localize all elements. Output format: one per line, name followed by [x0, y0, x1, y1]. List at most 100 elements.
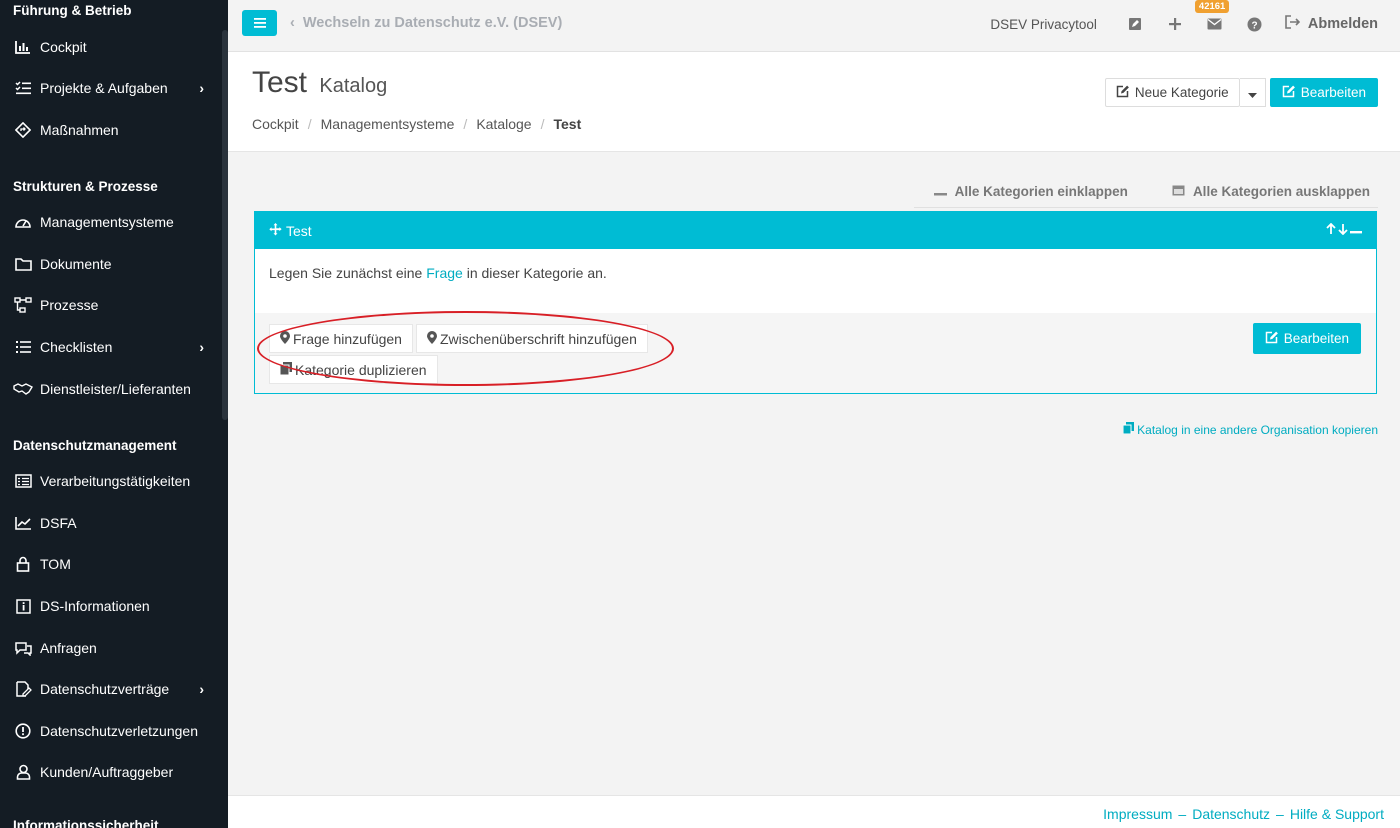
breadcrumb-item-cockpit[interactable]: Cockpit	[252, 116, 299, 132]
edit-category-label: Bearbeiten	[1283, 331, 1349, 346]
switch-organization-label: Wechseln zu Datenschutz e.V. (DSEV)	[302, 15, 563, 31]
sidebar-item-label: Dienstleister/Lieferanten	[40, 381, 191, 397]
lock-icon	[13, 555, 33, 573]
sidebar-item-label: Anfragen	[40, 640, 97, 656]
sidebar-item-label: DS-Informationen	[40, 598, 150, 614]
sidebar: Führung & Betrieb Cockpit Projekte & Auf…	[0, 0, 228, 828]
handshake-icon	[13, 380, 33, 398]
list-icon	[13, 338, 33, 356]
add-subheading-button[interactable]: Zwischenüberschrift hinzufügen	[416, 324, 648, 353]
sidebar-item-datenschutzverletzungen[interactable]: Datenschutzverletzungen	[0, 712, 222, 750]
category-footer: Frage hinzufügen Zwischenüberschrift hin…	[255, 313, 1376, 393]
breadcrumb-item-managementsysteme[interactable]: Managementsysteme	[321, 116, 455, 132]
edit-catalog-button[interactable]: Bearbeiten	[1269, 78, 1378, 107]
breadcrumb-item-current: Test	[553, 116, 582, 132]
new-category-button[interactable]: Neue Kategorie	[1104, 78, 1240, 107]
copy-catalog-link[interactable]: Katalog in eine andere Organisation kopi…	[1122, 422, 1378, 437]
edit-icon[interactable]	[1125, 14, 1145, 34]
breadcrumb: Cockpit / Managementsysteme / Kataloge /…	[252, 116, 581, 132]
header-actions: Neue Kategorie Bearbeiten	[1104, 78, 1378, 107]
mail-icon[interactable]: 42161	[1194, 0, 1230, 34]
sidebar-item-datenschutzvertraege[interactable]: Datenschutzverträge ›	[0, 670, 222, 708]
logout-button[interactable]: Abmelden	[1285, 15, 1378, 33]
sidebar-item-label: Verarbeitungstätigkeiten	[40, 473, 191, 489]
sidebar-item-ds-informationen[interactable]: DS-Informationen	[0, 587, 222, 625]
sidebar-item-label: Dokumente	[40, 256, 112, 272]
arrow-down-icon[interactable]	[1338, 222, 1348, 238]
collapse-all-label: Alle Kategorien einklappen	[954, 184, 1128, 199]
hamburger-icon	[253, 15, 266, 31]
process-flow-icon	[13, 296, 33, 314]
edit-category-button[interactable]: Bearbeiten	[1252, 323, 1361, 354]
copy-catalog-label: Katalog in eine andere Organisation kopi…	[1137, 422, 1378, 437]
new-category-dropdown-toggle[interactable]	[1239, 78, 1266, 107]
alert-icon	[13, 722, 33, 740]
map-marker-icon	[280, 330, 290, 347]
sidebar-item-label: Managementsysteme	[40, 214, 174, 230]
line-chart-icon	[13, 514, 33, 532]
impressum-link[interactable]: Impressum	[1103, 806, 1172, 822]
menu-toggle-button[interactable]	[242, 10, 277, 36]
new-category-group: Neue Kategorie	[1104, 78, 1266, 107]
minus-icon	[933, 184, 947, 199]
edit-square-icon	[1116, 85, 1130, 101]
add-question-label: Frage hinzufügen	[293, 330, 402, 347]
task-list-icon	[13, 79, 33, 97]
sidebar-item-cockpit[interactable]: Cockpit	[0, 28, 222, 66]
sidebar-item-dsfa[interactable]: DSFA	[0, 504, 222, 542]
logout-label: Abmelden	[1307, 16, 1378, 32]
sidebar-item-label: Datenschutzverträge	[40, 681, 170, 697]
sidebar-section-title: Führung & Betrieb	[13, 3, 132, 18]
map-marker-icon	[427, 330, 437, 347]
window-maximize-icon	[1172, 184, 1185, 199]
sidebar-section-title: Datenschutzmanagement	[13, 438, 177, 453]
help-icon[interactable]: ?	[1245, 14, 1265, 34]
collapse-all-button[interactable]: Alle Kategorien einklappen	[933, 184, 1128, 199]
footer-links: Impressum – Datenschutz – Hilfe & Suppor…	[1103, 806, 1384, 822]
expand-all-button[interactable]: Alle Kategorien ausklappen	[1172, 184, 1370, 199]
sidebar-item-dokumente[interactable]: Dokumente	[0, 245, 222, 283]
sidebar-item-dienstleister[interactable]: Dienstleister/Lieferanten	[0, 370, 222, 408]
sidebar-item-tom[interactable]: TOM	[0, 545, 222, 583]
duplicate-category-button[interactable]: Kategorie duplizieren	[269, 355, 438, 384]
sidebar-item-anfragen[interactable]: Anfragen	[0, 629, 222, 667]
sidebar-item-checklisten[interactable]: Checklisten ›	[0, 328, 222, 366]
copy-icon	[1122, 422, 1135, 437]
breadcrumb-item-kataloge[interactable]: Kataloge	[476, 116, 531, 132]
breadcrumb-separator: /	[307, 116, 312, 132]
edit-catalog-label: Bearbeiten	[1300, 85, 1366, 100]
footer: Impressum – Datenschutz – Hilfe & Suppor…	[228, 795, 1400, 828]
sidebar-item-kunden[interactable]: Kunden/Auftraggeber	[0, 753, 222, 791]
page-subtitle: Katalog	[319, 75, 388, 97]
move-icon[interactable]	[269, 222, 282, 239]
arrow-up-icon[interactable]	[1326, 222, 1336, 238]
category-title: Test	[286, 222, 312, 239]
gauge-icon	[13, 213, 33, 231]
chevron-left-icon: ‹	[290, 15, 295, 31]
category-header[interactable]: Test	[255, 212, 1376, 249]
empty-hint-prefix: Legen Sie zunächst eine	[269, 265, 423, 281]
help-support-link[interactable]: Hilfe & Support	[1290, 806, 1384, 822]
sidebar-section-title: Informationssicherheit	[13, 818, 159, 828]
add-question-button[interactable]: Frage hinzufügen	[269, 324, 413, 353]
minus-icon[interactable]	[1350, 222, 1362, 238]
page-title: Test Katalog	[252, 66, 387, 100]
sidebar-item-label: Prozesse	[40, 297, 99, 313]
switch-organization-link[interactable]: ‹ Wechseln zu Datenschutz e.V. (DSEV)	[290, 15, 562, 31]
plus-icon[interactable]	[1165, 14, 1185, 34]
sidebar-item-label: Kunden/Auftraggeber	[40, 764, 174, 780]
chat-icon	[13, 639, 33, 657]
sidebar-item-projekte[interactable]: Projekte & Aufgaben ›	[0, 69, 222, 107]
sidebar-item-prozesse[interactable]: Prozesse	[0, 286, 222, 324]
question-link[interactable]: Frage	[426, 265, 463, 281]
datenschutz-link[interactable]: Datenschutz	[1192, 806, 1270, 822]
notification-badge: 42161	[1194, 0, 1230, 13]
sidebar-item-label: DSFA	[40, 515, 77, 531]
sidebar-item-label: Datenschutzverletzungen	[40, 723, 198, 739]
sidebar-item-managementsysteme[interactable]: Managementsysteme	[0, 203, 222, 241]
sidebar-item-label: TOM	[40, 556, 71, 572]
sidebar-item-massnahmen[interactable]: Maßnahmen	[0, 111, 222, 149]
breadcrumb-separator: /	[540, 116, 545, 132]
copy-icon	[279, 361, 292, 378]
sidebar-item-verarbeitungstaetigkeiten[interactable]: Verarbeitungstätigkeiten	[0, 462, 222, 500]
